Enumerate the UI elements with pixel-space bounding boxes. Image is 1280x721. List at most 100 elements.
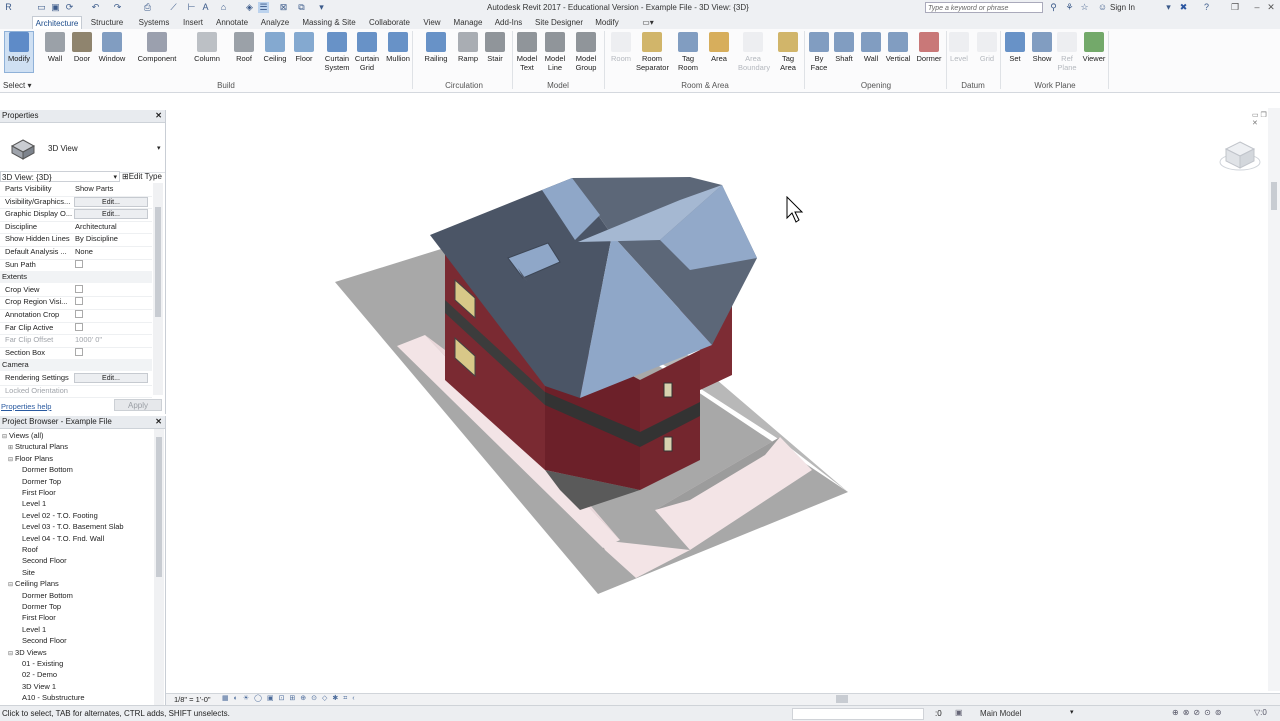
search-input[interactable]: Type a keyword or phrase <box>925 2 1043 13</box>
tab-massing-site[interactable]: Massing & Site <box>296 16 362 29</box>
panel-label-model[interactable]: Model <box>512 80 604 91</box>
redo-icon[interactable]: ↷ <box>112 2 123 13</box>
building-model[interactable] <box>166 108 1270 691</box>
door-button[interactable]: Door <box>70 29 94 81</box>
tab-structure[interactable]: Structure <box>82 16 132 29</box>
select-dropdown[interactable]: Select ▾ <box>3 81 31 90</box>
filter-icon[interactable]: ▣ <box>955 708 963 717</box>
browser-item[interactable]: Level 1 <box>22 498 46 509</box>
browser-item[interactable]: First Floor <box>22 487 56 498</box>
tag-area-button[interactable]: Tag Area <box>776 29 800 81</box>
property-value[interactable]: Architectural <box>75 221 117 233</box>
area-button[interactable]: Area <box>706 29 732 81</box>
tab-modify[interactable]: Modify <box>590 16 624 29</box>
component-button[interactable]: Component <box>134 29 180 81</box>
browser-item[interactable]: Roof <box>22 544 38 555</box>
tab-annotate[interactable]: Annotate <box>210 16 254 29</box>
close-icon[interactable]: ✕ <box>155 416 162 428</box>
model-group-button[interactable]: Model Group <box>572 29 600 81</box>
sync-icon[interactable]: ⟳ <box>64 2 75 13</box>
browser-item[interactable]: Dormer Bottom <box>22 590 73 601</box>
binoculars-icon[interactable]: ⚲ <box>1048 2 1059 13</box>
roof-button[interactable]: Roof <box>232 29 256 81</box>
property-value[interactable]: By Discipline <box>75 233 118 245</box>
section-icon[interactable]: ◈ <box>244 2 255 13</box>
collapse-icon[interactable]: ⊟ <box>8 457 13 463</box>
group-extents[interactable]: Extents <box>0 271 152 284</box>
property-value[interactable]: 1000' 0" <box>75 334 102 346</box>
browser-item[interactable]: Dormer Bottom <box>22 464 73 475</box>
railing-button[interactable]: Railing <box>422 29 450 81</box>
browser-item[interactable]: 3D View 1 <box>22 681 56 692</box>
property-checkbox[interactable] <box>75 284 83 293</box>
tag-room-button[interactable]: Tag Room <box>676 29 700 81</box>
minimize-icon[interactable]: – <box>1250 1 1264 14</box>
chevron-down-icon[interactable]: ▾ <box>1163 2 1174 13</box>
area-boundary-button[interactable]: Area Boundary <box>738 29 770 81</box>
type-selector[interactable]: 3D View ▾ <box>0 124 165 173</box>
3d-view-icon[interactable]: ⌂ <box>218 2 229 13</box>
expand-icon[interactable]: ⊞ <box>8 445 13 451</box>
floor-button[interactable]: Floor <box>292 29 316 81</box>
property-row[interactable]: Visibility/Graphics... Edit... <box>0 196 152 210</box>
active-model[interactable]: Main Model <box>980 709 1021 718</box>
viewcube-icon[interactable] <box>1218 138 1262 174</box>
grid-button[interactable]: Grid <box>976 29 998 81</box>
apply-button[interactable]: Apply <box>114 399 162 411</box>
browser-item[interactable]: Dormer Top <box>22 601 61 612</box>
properties-help-link[interactable]: Properties help <box>1 402 51 411</box>
tab-view[interactable]: View <box>417 16 447 29</box>
browser-item[interactable]: Level 02 - T.O. Footing <box>22 510 98 521</box>
edit-button[interactable]: Edit... <box>74 196 148 207</box>
browser-item[interactable]: First Floor <box>22 612 56 623</box>
edit-button[interactable]: Edit... <box>74 373 148 383</box>
modify-button[interactable]: Modify <box>4 29 34 81</box>
scroll-thumb[interactable] <box>1271 182 1277 210</box>
tab-add-ins[interactable]: Add-Ins <box>489 16 528 29</box>
tab-architecture[interactable]: Architecture <box>32 16 82 29</box>
browser-item[interactable]: Second Floor <box>22 635 67 646</box>
close-icon[interactable]: ✕ <box>1264 1 1278 14</box>
browser-item[interactable]: 02 - Demo <box>22 669 57 680</box>
property-row[interactable]: Graphic Display O... Edit... <box>0 208 152 222</box>
column-button[interactable]: Column <box>190 29 224 81</box>
property-row[interactable]: Section Box <box>0 347 152 361</box>
viewer-button[interactable]: Viewer <box>1082 29 1106 81</box>
browser-item[interactable]: Dormer Top <box>22 476 61 487</box>
property-row[interactable]: Far Clip Active <box>0 322 152 336</box>
close-hidden-icon[interactable]: ⊠ <box>278 2 289 13</box>
wall-button[interactable]: Wall <box>42 29 68 81</box>
property-checkbox[interactable] <box>75 322 83 331</box>
save-icon[interactable]: ▣ <box>50 2 61 13</box>
ceiling-button[interactable]: Ceiling <box>260 29 290 81</box>
text-icon[interactable]: A <box>200 2 211 13</box>
property-row[interactable]: Discipline Architectural <box>0 221 152 235</box>
property-value[interactable]: None <box>75 246 93 258</box>
vertical-button[interactable]: Vertical <box>884 29 912 81</box>
help-icon[interactable]: ? <box>1201 2 1212 13</box>
restore-icon[interactable]: ❐ <box>1228 1 1242 14</box>
app-logo-icon[interactable]: R <box>3 2 14 13</box>
property-row[interactable]: Parts Visibility Show Parts <box>0 183 152 197</box>
workset-field[interactable] <box>792 708 924 720</box>
collapse-icon[interactable]: ⊟ <box>2 434 7 440</box>
property-row[interactable]: Sun Path <box>0 259 152 273</box>
group-camera[interactable]: Camera <box>0 359 152 372</box>
instance-selector[interactable]: 3D View: {3D} ▾ <box>0 171 120 182</box>
property-row[interactable]: Crop View <box>0 284 152 298</box>
view-control-icons[interactable]: ▦◐☀◯▣⊡⊞⊕⊙◇✱⌗‹ <box>222 694 360 703</box>
open-icon[interactable]: ▭ <box>36 2 47 13</box>
level-button[interactable]: Level <box>948 29 970 81</box>
thin-lines-icon[interactable]: ☰ <box>258 2 269 13</box>
room-button[interactable]: Room <box>608 29 634 81</box>
browser-item[interactable]: Level 1 <box>22 624 46 635</box>
browser-item[interactable]: 01 - Existing <box>22 658 63 669</box>
chevron-down-icon[interactable]: ▾ <box>1070 708 1074 716</box>
show-button[interactable]: Show <box>1030 29 1054 81</box>
customize-qat-icon[interactable]: ▾ <box>316 2 327 13</box>
sign-in-link[interactable]: Sign In <box>1110 3 1135 12</box>
ref-plane-button[interactable]: Ref Plane <box>1056 29 1078 81</box>
panel-label-opening[interactable]: Opening <box>806 80 946 91</box>
property-row[interactable]: Show Hidden Lines By Discipline <box>0 233 152 247</box>
browser-item[interactable]: Level 04 - T.O. Fnd. Wall <box>22 533 104 544</box>
